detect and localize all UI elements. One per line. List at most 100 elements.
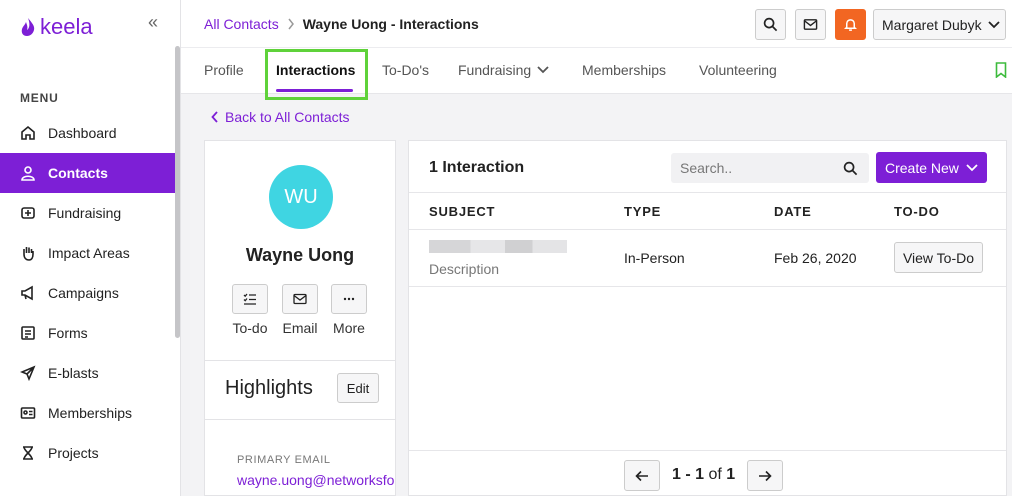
arrow-left-icon <box>635 470 648 481</box>
sidebar-item-fundraising[interactable]: Fundraising <box>0 193 175 233</box>
column-header-type[interactable]: TYPE <box>624 204 661 219</box>
form-icon <box>21 326 35 340</box>
tab-profile[interactable]: Profile <box>204 62 244 78</box>
next-page-button[interactable] <box>747 460 783 491</box>
divider <box>409 450 1006 451</box>
search-input[interactable] <box>671 153 831 183</box>
sidebar-item-projects[interactable]: Projects <box>0 433 175 473</box>
tab-label: Profile <box>204 62 244 78</box>
checklist-icon <box>243 293 256 305</box>
global-search-button[interactable] <box>755 9 786 40</box>
table-row[interactable]: Description In-Person Feb 26, 2020 View … <box>409 230 1006 287</box>
chevron-down-icon <box>537 66 549 74</box>
column-header-date[interactable]: DATE <box>774 204 812 219</box>
chevron-left-icon <box>211 111 218 123</box>
edit-highlights-button[interactable]: Edit <box>337 373 379 403</box>
action-label: More <box>333 320 365 336</box>
divider <box>205 419 395 420</box>
sidebar-item-memberships[interactable]: Memberships <box>0 393 175 433</box>
sidebar-item-campaigns[interactable]: Campaigns <box>0 273 175 313</box>
user-name: Margaret Dubyk <box>882 16 982 33</box>
interactions-search <box>671 153 869 183</box>
sidebar-item-dashboard[interactable]: Dashboard <box>0 113 175 153</box>
ellipsis-icon <box>343 297 355 301</box>
messages-button[interactable] <box>795 9 826 40</box>
sidebar-item-label: Memberships <box>48 405 133 421</box>
sidebar-nav: Dashboard Contacts Fundraising Impact Ar… <box>0 113 175 473</box>
tab-label: To-Do's <box>382 62 430 78</box>
interactions-panel: 1 Interaction Create New SUBJECT TYPE DA… <box>408 140 1007 496</box>
avatar: WU <box>269 165 333 229</box>
primary-email-label: PRIMARY EMAIL <box>237 454 331 466</box>
menu-label: MENU <box>20 91 59 105</box>
back-to-contacts-link[interactable]: Back to All Contacts <box>211 109 350 125</box>
bookmark-icon[interactable] <box>995 62 1007 78</box>
sidebar-item-label: E-blasts <box>48 365 99 381</box>
breadcrumb-current: Wayne Uong - Interactions <box>302 16 479 32</box>
chevron-down-icon <box>987 20 1000 28</box>
home-icon <box>21 125 35 140</box>
contact-profile-card: WU Wayne Uong To-do Email More Highlight… <box>204 140 396 496</box>
sidebar-item-label: Forms <box>48 325 88 341</box>
subject-description: Description <box>429 261 500 277</box>
tab-fundraising[interactable]: Fundraising <box>458 62 549 78</box>
logo-text: keela <box>40 14 93 39</box>
search-icon[interactable] <box>843 161 858 176</box>
sidebar: keela « MENU Dashboard Contacts Fundrais… <box>0 0 181 496</box>
pagination-of: of <box>708 466 722 483</box>
column-header-subject[interactable]: SUBJECT <box>429 204 495 219</box>
sidebar-item-contacts[interactable]: Contacts <box>0 153 175 193</box>
email-action-button[interactable]: Email <box>277 284 323 336</box>
contact-tabs: Profile Interactions To-Do's Fundraising… <box>181 48 1012 100</box>
fundraising-icon <box>21 207 35 219</box>
notifications-button[interactable] <box>835 9 866 40</box>
search-icon <box>763 17 778 32</box>
megaphone-icon <box>21 285 33 301</box>
sidebar-item-label: Campaigns <box>48 285 119 301</box>
interaction-type: In-Person <box>624 250 685 266</box>
pagination-status: 1 - 1 of 1 <box>672 466 735 484</box>
action-label: Email <box>282 320 318 336</box>
previous-page-button[interactable] <box>624 460 660 491</box>
column-header-todo[interactable]: TO-DO <box>894 204 940 219</box>
sidebar-item-impact-areas[interactable]: Impact Areas <box>0 233 175 273</box>
breadcrumb: All Contacts Wayne Uong - Interactions <box>204 16 479 32</box>
sidebar-item-label: Dashboard <box>48 125 117 141</box>
active-tab-underline <box>276 89 353 92</box>
create-new-button[interactable]: Create New <box>876 152 987 183</box>
chevron-right-icon <box>288 18 294 30</box>
sidebar-item-e-blasts[interactable]: E-blasts <box>0 353 175 393</box>
hourglass-icon <box>23 446 33 460</box>
flame-logo-icon <box>21 18 35 36</box>
chevron-down-icon <box>966 163 978 171</box>
active-tab-highlight <box>265 49 368 100</box>
sidebar-item-label: Projects <box>48 445 99 461</box>
create-new-label: Create New <box>885 159 959 176</box>
divider <box>205 360 395 361</box>
tab-memberships[interactable]: Memberships <box>582 62 666 78</box>
mail-icon <box>803 19 818 30</box>
tab-label: Volunteering <box>699 62 777 78</box>
keela-logo[interactable]: keela <box>20 14 93 40</box>
tab-volunteering[interactable]: Volunteering <box>699 62 777 78</box>
tab-todos[interactable]: To-Do's <box>382 62 429 78</box>
sidebar-item-forms[interactable]: Forms <box>0 313 175 353</box>
breadcrumb-all-contacts-link[interactable]: All Contacts <box>204 16 279 32</box>
bell-icon <box>844 19 857 31</box>
todo-action-button[interactable]: To-do <box>227 284 273 336</box>
primary-email-link[interactable]: wayne.uong@networksfo <box>237 472 395 488</box>
back-link-label: Back to All Contacts <box>225 109 350 125</box>
user-menu-button[interactable]: Margaret Dubyk <box>873 9 1006 40</box>
more-action-button[interactable]: More <box>326 284 372 336</box>
pagination-total: 1 <box>726 466 736 483</box>
user-icon <box>21 166 35 181</box>
view-todo-button[interactable]: View To-Do <box>894 242 983 273</box>
hand-icon <box>23 247 34 261</box>
tab-label: Fundraising <box>458 62 532 78</box>
interactions-count-title: 1 Interaction <box>429 159 525 176</box>
highlights-title: Highlights <box>225 377 313 399</box>
sidebar-scrollbar[interactable] <box>175 46 180 338</box>
id-card-icon <box>20 407 36 419</box>
contact-name: Wayne Uong <box>245 245 355 265</box>
collapse-sidebar-button[interactable]: « <box>148 12 158 33</box>
